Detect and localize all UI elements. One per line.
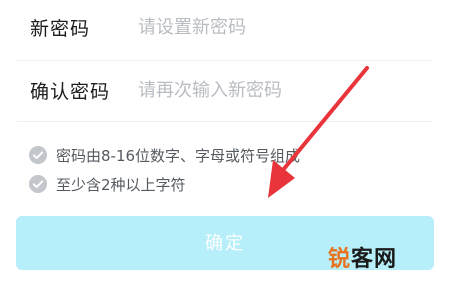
check-circle-icon: [29, 146, 47, 164]
confirm-password-label: 确认密码: [30, 81, 111, 103]
watermark-rest: 客网: [351, 247, 398, 272]
password-rule-text: 密码由8-16位数字、字母或符号组成: [56, 146, 301, 165]
check-circle-icon: [29, 175, 47, 193]
new-password-label: 新密码: [30, 18, 91, 40]
divider: [17, 60, 433, 61]
new-password-row: 新密码: [0, 0, 450, 58]
site-watermark-logo: 锐客网: [328, 241, 397, 273]
new-password-input[interactable]: [138, 12, 428, 42]
confirm-password-input[interactable]: [138, 75, 428, 105]
password-rule-length: 密码由8-16位数字、字母或符号组成: [29, 145, 300, 165]
divider: [17, 121, 433, 122]
watermark-accent: 锐: [328, 247, 352, 272]
password-rule-text: 至少含2种以上字符: [56, 175, 186, 194]
reset-password-screen: 新密码 确认密码 密码由8-16位数字、字母或符号组成 至少含2种以上字符 确定…: [0, 0, 450, 290]
confirm-password-row: 确认密码: [0, 63, 450, 121]
password-rule-charset: 至少含2种以上字符: [29, 174, 186, 194]
